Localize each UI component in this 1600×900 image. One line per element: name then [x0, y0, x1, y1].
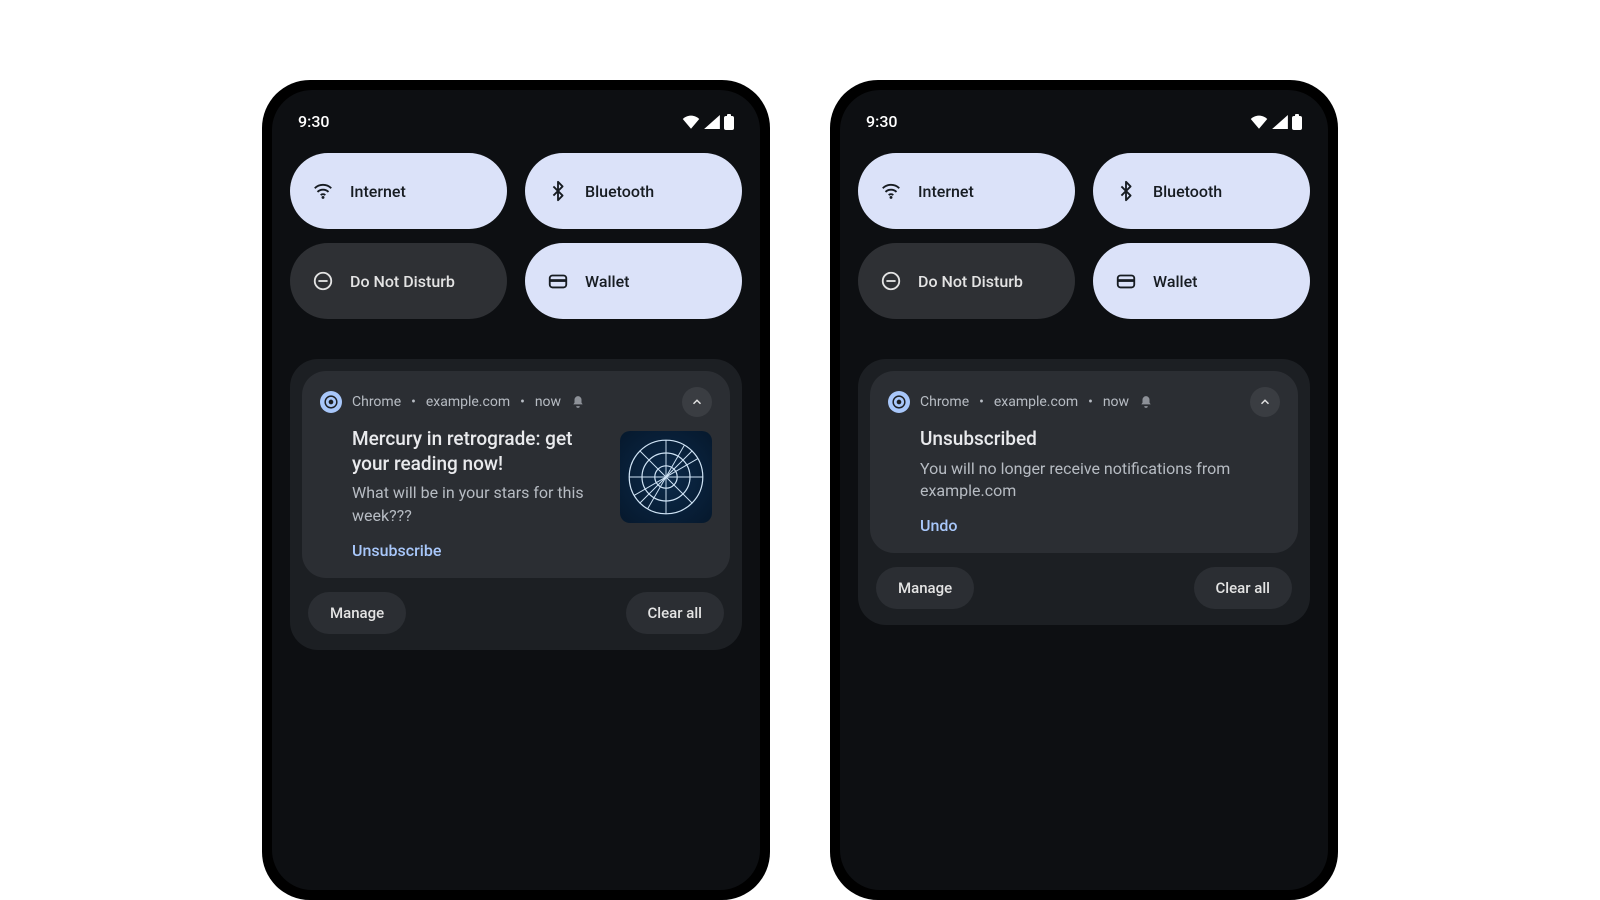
bluetooth-icon [547, 180, 569, 202]
qs-tile-dnd[interactable]: Do Not Disturb [290, 243, 507, 319]
qs-label: Wallet [1153, 272, 1198, 291]
signal-icon [704, 115, 720, 129]
notification-panel: Chrome • example.com • now Unsubscribed … [858, 359, 1310, 625]
notification-time: now [535, 394, 561, 410]
wallet-icon [1115, 270, 1137, 292]
side-button [769, 460, 770, 530]
status-icons [1250, 114, 1302, 130]
wifi-icon [682, 115, 700, 129]
qs-label: Do Not Disturb [918, 272, 1023, 291]
qs-label: Wallet [585, 272, 630, 291]
manage-button[interactable]: Manage [308, 592, 406, 634]
status-bar: 9:30 [290, 108, 742, 153]
notification-title: Unsubscribed [920, 427, 1280, 452]
undo-button[interactable]: Undo [920, 516, 1280, 535]
qs-tile-wallet[interactable]: Wallet [525, 243, 742, 319]
notification-time: now [1103, 394, 1129, 410]
phone-mock-left: 9:30 Internet Bluetooth Do Not Disturb [262, 80, 770, 900]
notification-footer: Manage Clear all [870, 553, 1298, 613]
qs-tile-internet[interactable]: Internet [290, 153, 507, 229]
notification-header: Chrome • example.com • now [888, 387, 1280, 417]
notification-app: Chrome [920, 394, 969, 410]
qs-label: Internet [918, 182, 974, 201]
notification-title: Mercury in retrograde: get your reading … [352, 427, 606, 476]
clear-all-button[interactable]: Clear all [1194, 567, 1293, 609]
wifi-icon [312, 180, 334, 202]
dnd-icon [312, 270, 334, 292]
side-button [1337, 460, 1338, 530]
qs-tile-dnd[interactable]: Do Not Disturb [858, 243, 1075, 319]
battery-icon [724, 114, 734, 130]
notification-subtitle: What will be in your stars for this week… [352, 482, 606, 527]
bell-icon [571, 395, 585, 409]
notification-card[interactable]: Chrome • example.com • now Unsubscribed … [870, 371, 1298, 553]
notification-panel: Chrome • example.com • now Mercury in re… [290, 359, 742, 650]
status-time: 9:30 [298, 112, 330, 131]
notification-app: Chrome [352, 394, 401, 410]
manage-button[interactable]: Manage [876, 567, 974, 609]
wifi-icon [1250, 115, 1268, 129]
side-button [1337, 540, 1338, 660]
notification-body: Mercury in retrograde: get your reading … [320, 427, 712, 560]
chrome-icon [320, 391, 342, 413]
qs-tile-bluetooth[interactable]: Bluetooth [1093, 153, 1310, 229]
notification-footer: Manage Clear all [302, 578, 730, 638]
phone-mock-right: 9:30 Internet Bluetooth Do Not Disturb [830, 80, 1338, 900]
chrome-icon [888, 391, 910, 413]
qs-label: Do Not Disturb [350, 272, 455, 291]
phone-screen: 9:30 Internet Bluetooth Do Not Disturb [840, 90, 1328, 890]
notification-site: example.com [994, 394, 1078, 410]
collapse-button[interactable] [1250, 387, 1280, 417]
notification-subtitle: You will no longer receive notifications… [920, 458, 1280, 503]
wallet-icon [547, 270, 569, 292]
qs-label: Internet [350, 182, 406, 201]
notification-site: example.com [426, 394, 510, 410]
notification-card[interactable]: Chrome • example.com • now Mercury in re… [302, 371, 730, 578]
notification-thumbnail [620, 431, 712, 523]
collapse-button[interactable] [682, 387, 712, 417]
qs-tile-internet[interactable]: Internet [858, 153, 1075, 229]
quick-settings: Internet Bluetooth Do Not Disturb Wallet [290, 153, 742, 319]
wifi-icon [880, 180, 902, 202]
status-icons [682, 114, 734, 130]
bluetooth-icon [1115, 180, 1137, 202]
unsubscribe-button[interactable]: Unsubscribe [352, 541, 606, 560]
bell-icon [1139, 395, 1153, 409]
clear-all-button[interactable]: Clear all [626, 592, 725, 634]
zodiac-wheel-icon [626, 437, 706, 517]
chevron-up-icon [1258, 395, 1272, 409]
status-bar: 9:30 [858, 108, 1310, 153]
dnd-icon [880, 270, 902, 292]
phone-screen: 9:30 Internet Bluetooth Do Not Disturb [272, 90, 760, 890]
chevron-up-icon [690, 395, 704, 409]
qs-tile-wallet[interactable]: Wallet [1093, 243, 1310, 319]
status-time: 9:30 [866, 112, 898, 131]
battery-icon [1292, 114, 1302, 130]
qs-label: Bluetooth [1153, 182, 1222, 201]
notification-body: Unsubscribed You will no longer receive … [888, 427, 1280, 535]
qs-label: Bluetooth [585, 182, 654, 201]
qs-tile-bluetooth[interactable]: Bluetooth [525, 153, 742, 229]
signal-icon [1272, 115, 1288, 129]
quick-settings: Internet Bluetooth Do Not Disturb Wallet [858, 153, 1310, 319]
notification-header: Chrome • example.com • now [320, 387, 712, 417]
side-button [769, 540, 770, 660]
